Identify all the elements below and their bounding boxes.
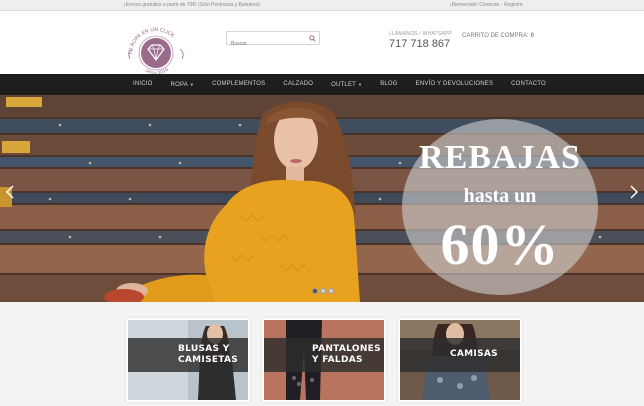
category-tiles: BLUSAS Y CAMISETAS PANTALONES Y FALDAS C… <box>126 318 522 406</box>
category-label: PANTALONES Y FALDAS <box>312 344 381 365</box>
search-input[interactable] <box>227 38 305 50</box>
sale-promo-circle: REBAJAS hasta un 60% <box>402 119 598 295</box>
search-icon[interactable] <box>309 35 316 42</box>
category-tile-camisas[interactable]: CAMISAS <box>398 318 522 402</box>
promo-title: REBAJAS <box>419 139 581 176</box>
welcome-text: ¡Bienvenido! <box>450 2 478 8</box>
nav-item-inicio[interactable]: INICIO <box>124 74 162 95</box>
cart-link[interactable]: CARRITO DE COMPRA: 0 <box>462 33 534 39</box>
login-link[interactable]: Conectar <box>479 2 499 8</box>
slider-dot[interactable] <box>320 288 326 294</box>
phone-label: LLÁMANOS / WHATSAPP <box>389 31 452 37</box>
nav-item-blog[interactable]: BLOG <box>371 74 406 95</box>
nav-item-ropa[interactable]: ROPA ▼ <box>162 74 204 95</box>
hero-slider[interactable]: REBAJAS hasta un 60% <box>0 95 644 302</box>
category-tile-blusas[interactable]: BLUSAS Y CAMISETAS <box>126 318 250 402</box>
chevron-down-icon: ▼ <box>358 82 363 87</box>
category-label: BLUSAS Y CAMISETAS <box>178 344 239 365</box>
main-nav: INICIO ROPA ▼ COMPLEMENTOS CALZADO OUTLET… <box>0 74 644 95</box>
logo[interactable]: TU ROPA EN UN CLICK since 2016 <box>126 25 186 77</box>
nav-item-complementos[interactable]: COMPLEMENTOS <box>203 74 274 95</box>
shipping-notice: ¡Envíos gratuitos a partir de 70€! (Sólo… <box>124 2 260 8</box>
phone-contact: LLÁMANOS / WHATSAPP 717 718 867 <box>389 31 452 50</box>
slider-dots <box>312 288 334 294</box>
nav-item-envio[interactable]: ENVÍO Y DEVOLUCIONES <box>407 74 502 95</box>
category-tile-pantalones[interactable]: PANTALONES Y FALDAS <box>262 318 386 402</box>
phone-number[interactable]: 717 718 867 <box>389 38 452 50</box>
nav-item-outlet[interactable]: OUTLET ▼ <box>322 74 371 95</box>
chevron-right-icon[interactable] <box>628 185 640 199</box>
chevron-down-icon: ▼ <box>189 82 195 87</box>
cart-label: CARRITO DE COMPRA: <box>462 33 529 39</box>
search-box <box>226 31 320 50</box>
header: TU ROPA EN UN CLICK since 2016 LLÁMANOS … <box>0 11 644 77</box>
nav-item-contacto[interactable]: CONTACTO <box>502 74 555 95</box>
top-bar: ¡Envíos gratuitos a partir de 70€! (Sólo… <box>0 0 644 11</box>
nav-item-calzado[interactable]: CALZADO <box>274 74 322 95</box>
slider-dot[interactable] <box>328 288 334 294</box>
slider-dot[interactable] <box>312 288 318 294</box>
cart-count: 0 <box>530 33 534 39</box>
account-links: ¡Bienvenido! Conectar - Registro <box>450 2 523 8</box>
chevron-left-icon[interactable] <box>4 185 16 199</box>
category-label: CAMISAS <box>450 349 498 359</box>
promo-subtitle: hasta un <box>463 185 537 207</box>
promo-percent: 60% <box>440 212 560 277</box>
register-link[interactable]: Registro <box>504 2 523 8</box>
